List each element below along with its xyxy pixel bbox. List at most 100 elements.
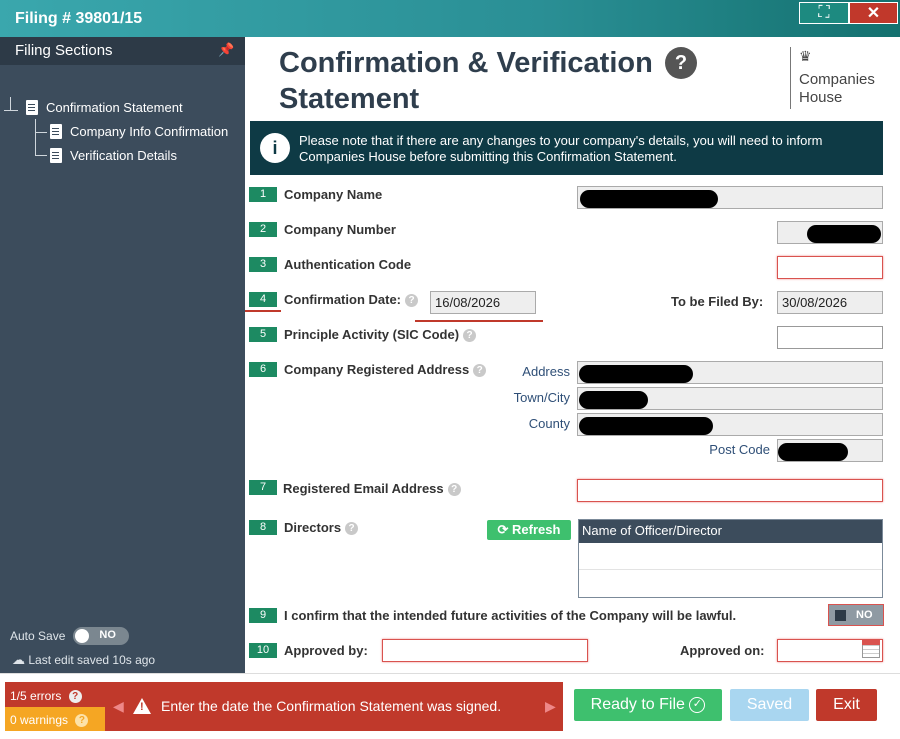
confirmation-date-label-text: Confirmation Date: <box>284 292 401 307</box>
autosave-label: Auto Save <box>10 629 66 643</box>
sic-code-label-text: Principle Activity (SIC Code) <box>284 327 460 342</box>
refresh-button[interactable]: ⟳ Refresh <box>487 520 571 540</box>
officers-column-header: Name of Officer/Director <box>579 520 882 543</box>
tree-item-confirmation-statement[interactable]: Confirmation Statement <box>26 100 183 115</box>
error-count: 1/5 errors <box>10 689 62 703</box>
lawful-toggle[interactable]: NO <box>828 604 884 626</box>
cloud-icon: ☁ <box>12 652 25 667</box>
logo-text-line2: House <box>799 89 843 106</box>
ready-to-file-button[interactable]: Ready to File ✓ <box>574 689 722 721</box>
help-icon[interactable]: ? <box>463 329 477 343</box>
tree-item-verification-details[interactable]: Verification Details <box>50 148 177 163</box>
notice-line2: Companies House before submitting this C… <box>299 149 677 164</box>
sidebar-title: Filing Sections <box>15 42 113 59</box>
error-underline <box>415 320 543 322</box>
tree-item-company-info[interactable]: Company Info Confirmation <box>50 124 228 139</box>
page-title-line1: Confirmation & Verification <box>279 47 653 79</box>
autosave-toggle[interactable]: NO <box>73 627 130 645</box>
approved-on-label: Approved on: <box>680 643 765 658</box>
email-label-text: Registered Email Address <box>283 481 444 496</box>
prev-error-icon[interactable]: ◀ <box>113 698 124 715</box>
last-edit-text: Last edit saved 10s ago <box>28 653 156 667</box>
redaction <box>579 365 693 383</box>
help-icon[interactable]: ? <box>405 294 418 308</box>
document-icon <box>26 100 38 115</box>
registered-address-label-text: Company Registered Address <box>284 362 470 377</box>
tree-connector <box>4 110 18 111</box>
company-number-label: Company Number <box>284 222 396 237</box>
field-number: 8 <box>249 520 277 535</box>
registered-address-label: Company Registered Address? <box>284 362 487 378</box>
warning-count-badge[interactable]: 0 warnings ? <box>5 707 105 731</box>
close-icon[interactable]: ✕ <box>849 2 898 24</box>
calendar-icon[interactable] <box>862 640 880 658</box>
field-number: 10 <box>249 643 277 658</box>
directors-label-text: Directors <box>284 520 342 535</box>
error-message-bar: ◀ Enter the date the Confirmation Statem… <box>105 682 563 731</box>
redaction <box>580 190 718 208</box>
town-label: Town/City <box>513 390 570 405</box>
field-number: 5 <box>249 327 277 342</box>
title-bar: Filing # 39801/15 ⛶ ✕ <box>0 0 900 37</box>
refresh-label: Refresh <box>512 522 561 537</box>
help-icon[interactable]: ? <box>473 364 487 378</box>
help-icon[interactable]: ? <box>447 483 461 497</box>
info-notice: i Please note that if there are any chan… <box>250 121 883 175</box>
toggle-knob <box>75 629 90 643</box>
field-number: 1 <box>249 187 277 202</box>
companies-house-logo: ♛ Companies House <box>790 47 890 109</box>
help-icon[interactable]: ? <box>68 690 82 704</box>
help-icon[interactable]: ? <box>345 522 359 536</box>
exit-button[interactable]: Exit <box>816 689 877 721</box>
authentication-code-label: Authentication Code <box>284 257 412 272</box>
tree-connector <box>10 97 11 111</box>
to-be-filed-by-label: To be Filed By: <box>671 294 764 309</box>
postcode-label: Post Code <box>709 442 770 457</box>
to-be-filed-by-field[interactable]: 30/08/2026 <box>777 291 883 314</box>
document-icon <box>50 124 62 139</box>
tree-item-label: Company Info Confirmation <box>70 124 229 139</box>
redaction <box>778 443 848 461</box>
field-number: 2 <box>249 222 277 237</box>
pin-icon[interactable]: 📌 <box>218 42 234 58</box>
authentication-code-input[interactable] <box>777 256 883 279</box>
notice-line1: Please note that if there are any change… <box>299 133 823 148</box>
tree-connector <box>35 119 36 155</box>
footer-bar: 1/5 errors ? 0 warnings ? ◀ Enter the da… <box>0 673 900 739</box>
officers-table: Name of Officer/Director <box>578 519 883 598</box>
sic-code-input[interactable] <box>777 326 883 349</box>
confirmation-date-input[interactable]: 16/08/2026 <box>430 291 536 314</box>
toggle-state: NO <box>856 609 873 621</box>
table-row[interactable] <box>579 543 882 570</box>
redaction <box>579 417 713 435</box>
logo-text-line1: Companies <box>799 71 875 88</box>
tree-item-label: Confirmation Statement <box>46 100 183 115</box>
toggle-knob <box>835 610 846 621</box>
ready-label: Ready to File <box>590 696 685 713</box>
tree-item-label: Verification Details <box>70 148 177 163</box>
email-input[interactable] <box>577 479 883 502</box>
refresh-icon: ⟳ <box>497 522 509 537</box>
window-title: Filing # 39801/15 <box>15 10 143 27</box>
document-icon <box>50 148 62 163</box>
redaction <box>807 225 881 243</box>
sic-code-label: Principle Activity (SIC Code)? <box>284 327 477 343</box>
table-row[interactable] <box>579 570 882 597</box>
saved-button[interactable]: Saved <box>730 689 809 721</box>
warning-count: 0 warnings <box>10 713 69 727</box>
tree-connector <box>35 155 47 156</box>
county-label: County <box>528 416 570 431</box>
help-icon[interactable]: ? <box>75 714 89 728</box>
error-message: Enter the date the Confirmation Statemen… <box>161 698 502 714</box>
approved-by-input[interactable] <box>382 639 588 662</box>
sidebar: Filing Sections 📌 » Confirmation Stateme… <box>0 37 265 673</box>
next-error-icon[interactable]: ▶ <box>545 698 556 715</box>
lawful-confirmation-label: I confirm that the intended future activ… <box>284 608 737 623</box>
page-title: Confirmation & Verification Statement <box>279 45 669 117</box>
maximize-icon[interactable]: ⛶ <box>799 2 849 24</box>
main-panel: Confirmation & Verification Statement ? … <box>245 37 900 673</box>
help-icon[interactable]: ? <box>665 47 697 79</box>
field-number: 7 <box>249 480 277 495</box>
warning-icon <box>133 698 151 714</box>
error-count-badge[interactable]: 1/5 errors ? <box>5 682 105 707</box>
